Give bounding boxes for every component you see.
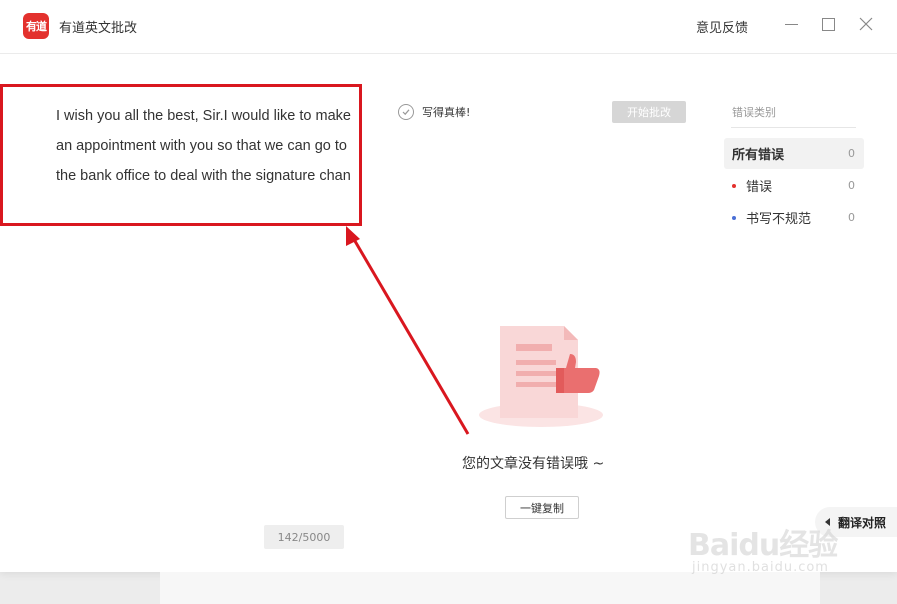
good-badge: 写得真棒! [398,104,470,120]
category-label: 错误 [746,180,773,195]
category-writing-style[interactable]: 书写不规范 0 [724,202,864,233]
watermark-url: jingyan.baidu.com [692,560,829,575]
category-count: 0 [848,179,855,192]
character-counter: 142/5000 [264,525,344,549]
title-bar: 有道 有道英文批改 意见反馈 [0,0,897,54]
good-label: 写得真棒! [422,106,471,119]
maximize-icon[interactable] [819,15,837,33]
red-dot-icon [732,183,736,188]
category-count: 0 [848,211,855,224]
app-window: 有道 有道英文批改 意见反馈 I wish you all the best, … [0,0,897,572]
close-icon[interactable] [857,15,875,33]
copy-all-button[interactable]: 一键复制 [505,496,579,519]
app-title: 有道英文批改 [59,21,138,36]
app-logo: 有道 [23,13,49,39]
category-label: 所有错误 [732,148,785,163]
no-error-message: 您的文章没有错误哦 ~ [462,456,605,472]
essay-editor[interactable]: I wish you all the best, Sir.I would lik… [0,84,362,226]
sidebar-divider [731,127,856,128]
category-count: 0 [848,147,855,160]
essay-text[interactable]: I wish you all the best, Sir.I would lik… [56,101,356,191]
baidu-watermark: Baidu经验 jingyan.baidu.com [688,508,883,580]
minimize-icon[interactable] [783,15,801,33]
watermark-main: Baidu经验 [688,528,838,563]
category-all-errors[interactable]: 所有错误 0 [724,138,864,169]
check-circle-icon [398,104,414,120]
category-label: 书写不规范 [746,212,812,227]
feedback-link[interactable]: 意见反馈 [696,17,748,36]
category-errors[interactable]: 错误 0 [724,170,864,201]
blue-dot-icon [732,215,736,220]
start-review-button[interactable]: 开始批改 [612,101,686,123]
sidebar-title: 错误类别 [732,106,776,119]
no-error-illustration [479,326,603,427]
